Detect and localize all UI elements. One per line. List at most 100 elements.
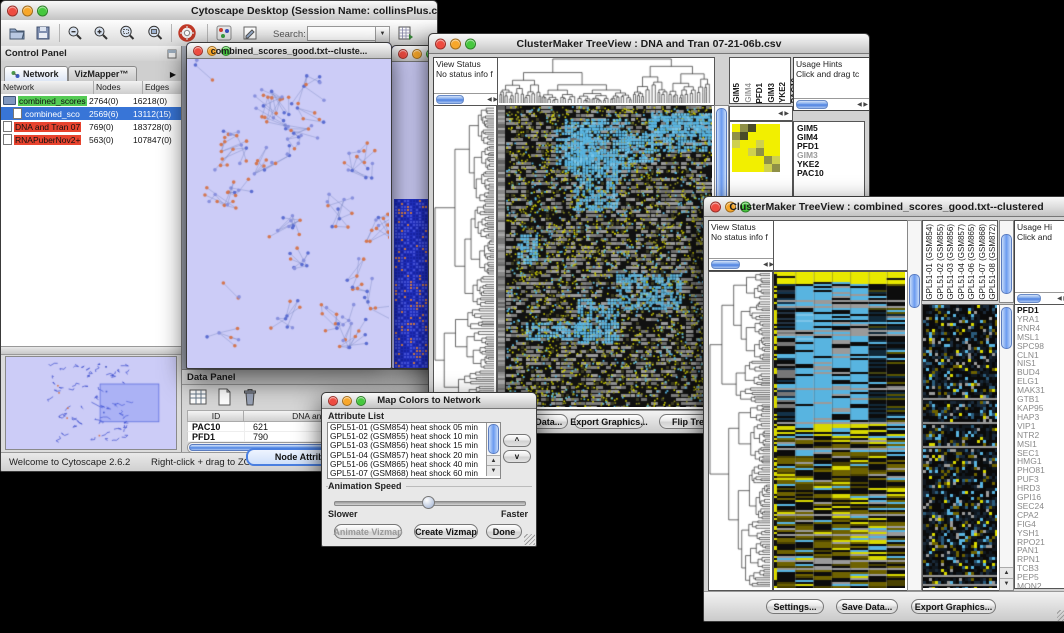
close-button[interactable] [7, 5, 18, 16]
heatmap-column-label[interactable]: GPL51-06 (GSM865) [967, 224, 977, 300]
heatmap-column-label[interactable]: GPL51-02 (GSM855) [936, 224, 946, 300]
gene-label[interactable]: MON2 [1017, 582, 1064, 589]
network-tree-row[interactable]: RNAPuberNov2+563(0)107847(0) [1, 133, 181, 146]
left-dendrogram-canvas[interactable] [709, 272, 770, 588]
search-input[interactable] [307, 26, 377, 41]
data-col-id[interactable]: ID [187, 410, 245, 422]
minimize-button[interactable] [412, 49, 422, 59]
treeview-dna-titlebar[interactable]: ClusterMaker TreeView : DNA and Tran 07-… [429, 34, 869, 54]
zoom-in-icon[interactable] [92, 24, 110, 42]
search-dropdown-arrow[interactable] [375, 26, 390, 43]
scroll-arrows-icon[interactable] [778, 110, 791, 117]
heatmap-column-label[interactable]: GPL51-08 (GSM872) [988, 224, 998, 300]
import-table-icon[interactable] [397, 24, 415, 42]
scroll-down-icon[interactable] [487, 465, 500, 476]
treeview-combined-titlebar[interactable]: ClusterMaker TreeView : combined_scores_… [704, 197, 1064, 217]
open-icon[interactable] [8, 24, 26, 42]
scroll-thumb[interactable] [796, 100, 828, 109]
zoom-out-icon[interactable] [66, 24, 84, 42]
heatmap-column-label[interactable]: YKE2 [778, 82, 788, 103]
scroll-thumb[interactable] [436, 95, 464, 104]
attribute-select-icon[interactable] [188, 387, 208, 407]
panel-divider[interactable] [1, 346, 181, 355]
birdseye-canvas[interactable] [6, 357, 174, 447]
heatmap-column-label[interactable]: GIM4 [744, 83, 754, 103]
export-graphics-button[interactable]: Export Graphics... [574, 414, 644, 429]
more-tabs-icon[interactable] [165, 68, 181, 81]
export-graphics-button[interactable]: Export Graphics... [911, 599, 996, 614]
network-tree-row[interactable]: combined_sco2569(6)13112(15) [1, 107, 181, 120]
speed-slider-thumb[interactable] [422, 496, 435, 509]
heatmap-column-label[interactable]: GPL51-03 (GSM856) [946, 224, 956, 300]
save-icon[interactable] [34, 24, 52, 42]
left-dendrogram-canvas[interactable] [434, 106, 494, 407]
resize-grip[interactable] [1057, 610, 1064, 621]
network-view-titlebar[interactable]: combined_scores_good.txt--cluste... [187, 43, 391, 59]
col-nodes[interactable]: Nodes [94, 81, 143, 94]
scroll-thumb[interactable] [711, 260, 740, 269]
move-up-button[interactable]: ^ [503, 434, 531, 447]
zoom-fit-icon[interactable] [146, 24, 164, 42]
help-icon[interactable] [178, 24, 196, 42]
vscroll-thumb[interactable] [488, 424, 499, 454]
heatmap-canvas[interactable] [498, 106, 712, 407]
animate-vizmap-button[interactable]: Animate Vizmap [334, 524, 402, 539]
heatmap-column-label[interactable]: GPL51-01 (GSM854) [925, 224, 935, 300]
heatmap-column-label[interactable]: GPL51-07 (GSM868) [978, 224, 988, 300]
attribute-list-item[interactable]: GPL51-07 (GSM868) heat shock 60 min [328, 469, 486, 478]
tab-network[interactable]: Network [4, 66, 68, 81]
save-data-button[interactable]: Save Data... [836, 599, 898, 614]
labels-vscrollbar[interactable] [999, 220, 1014, 303]
scroll-thumb[interactable] [1017, 294, 1041, 303]
create-vizmap-button[interactable]: Create Vizmap [414, 524, 478, 539]
heatmap-column-label[interactable]: GIM3 [767, 83, 777, 103]
genelist-vscrollbar[interactable] [999, 304, 1014, 591]
network-name-cell: RNAPuberNov2+ [1, 134, 89, 145]
heatmap-column-label[interactable]: GPL51-04 (GSM857) [957, 224, 967, 300]
close-button[interactable] [398, 49, 408, 59]
left-dendrogram-panel [708, 271, 773, 591]
float-panel-icon[interactable] [167, 49, 177, 59]
settings-button[interactable]: Settings... [766, 599, 824, 614]
vscroll-thumb[interactable] [1001, 307, 1012, 349]
global-heatmap-canvas[interactable] [923, 305, 997, 588]
scroll-arrows-icon[interactable] [1057, 294, 1064, 304]
heatmap-vscrollbar[interactable] [907, 220, 922, 591]
mini-hscrollbar[interactable] [1015, 292, 1064, 304]
main-titlebar[interactable]: Cytoscape Desktop (Session Name: collins… [1, 1, 437, 21]
new-attribute-icon[interactable] [214, 387, 234, 407]
network-view-title: combined_scores_good.txt--cluste... [187, 43, 391, 58]
network-tree-row[interactable]: combined_scores2764(0)16218(0) [1, 94, 181, 107]
heatmap-canvas[interactable] [774, 272, 905, 588]
annotation-icon[interactable] [241, 24, 259, 42]
done-button[interactable]: Done [486, 524, 522, 539]
network-tree-row[interactable]: DNA and Tran 07769(0)183728(0) [1, 120, 181, 133]
heatmap-column-label[interactable]: PFD1 [755, 83, 765, 103]
correlation-matrix[interactable] [732, 124, 780, 172]
move-down-button[interactable]: v [503, 450, 531, 463]
delete-attribute-icon[interactable] [240, 387, 260, 407]
vscroll-thumb[interactable] [909, 274, 920, 308]
vscroll-thumb[interactable] [1001, 234, 1012, 294]
dialog-titlebar[interactable]: Map Colors to Network [322, 393, 536, 409]
zoom-selected-icon[interactable] [118, 24, 136, 42]
vizmapper-icon[interactable] [215, 24, 233, 42]
network-canvas[interactable] [187, 59, 389, 367]
scroll-down-icon[interactable] [1000, 578, 1013, 590]
matrix-cell [772, 164, 780, 172]
col-edges[interactable]: Edges [143, 81, 181, 94]
mini-hscrollbar[interactable] [794, 98, 870, 110]
col-network[interactable]: Network [1, 81, 94, 94]
top-dendrogram-canvas[interactable] [498, 58, 712, 103]
network-tab-icon [11, 70, 20, 79]
zoom-button[interactable] [37, 5, 48, 16]
attribute-list-vscrollbar[interactable] [486, 423, 500, 476]
resize-grip[interactable] [524, 534, 535, 545]
mini-hscrollbar[interactable] [434, 93, 500, 105]
mini-hscrollbar[interactable] [709, 258, 776, 270]
scroll-arrows-icon[interactable] [857, 100, 870, 110]
heatmap-row-label[interactable]: PAC10 [797, 169, 864, 178]
minimize-button[interactable] [22, 5, 33, 16]
heatmap-column-label[interactable]: GIM5 [732, 83, 742, 103]
tab-vizmapper[interactable]: VizMapper™ [68, 66, 138, 81]
